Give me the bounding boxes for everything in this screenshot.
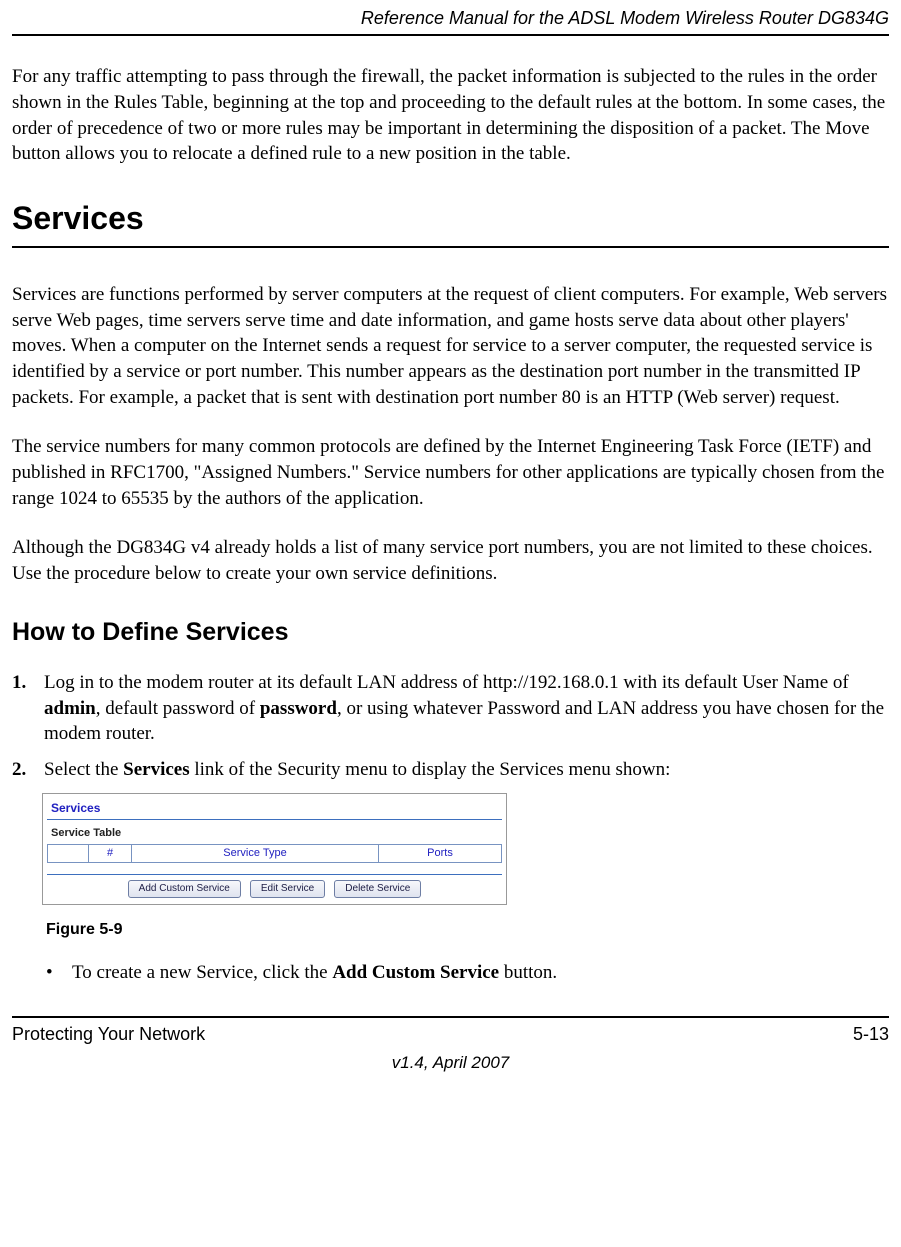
step-2-text-post: link of the Security menu to display the…	[190, 759, 671, 780]
intro-paragraph: For any traffic attempting to pass throu…	[12, 64, 889, 167]
heading-services: Services	[12, 197, 889, 248]
header-divider	[12, 34, 889, 36]
bullet-1-post: button.	[499, 962, 557, 983]
step-1-bold-2: password	[260, 698, 337, 719]
bullet-list: To create a new Service, click the Add C…	[42, 960, 889, 986]
figure-panel-title: Services	[47, 798, 502, 817]
running-header: Reference Manual for the ADSL Modem Wire…	[12, 6, 889, 30]
figure-button-row: Add Custom Service Edit Service Delete S…	[47, 880, 502, 900]
bullet-1: To create a new Service, click the Add C…	[42, 960, 889, 986]
bullet-1-bold: Add Custom Service	[332, 962, 499, 983]
footer-center: v1.4, April 2007	[12, 1052, 889, 1075]
figure-divider-2	[47, 874, 502, 875]
footer-divider	[12, 1016, 889, 1018]
footer-row: Protecting Your Network 5-13	[12, 1022, 889, 1046]
delete-service-button[interactable]: Delete Service	[334, 880, 421, 898]
footer-left: Protecting Your Network	[12, 1022, 205, 1046]
figure-services-panel: Services Service Table # Service Type Po…	[42, 793, 507, 905]
step-1-text-mid1: , default password of	[96, 698, 260, 719]
steps-list: Log in to the modem router at its defaul…	[12, 670, 889, 783]
table-empty-row	[47, 863, 502, 871]
th-ports: Ports	[379, 844, 502, 862]
footer-right: 5-13	[853, 1022, 889, 1046]
th-number: #	[89, 844, 132, 862]
figure-caption: Figure 5-9	[46, 919, 889, 941]
edit-service-button[interactable]: Edit Service	[250, 880, 325, 898]
step-2-text-pre: Select the	[44, 759, 123, 780]
bullet-1-pre: To create a new Service, click the	[72, 962, 332, 983]
service-table: # Service Type Ports	[47, 844, 502, 863]
step-1-bold-1: admin	[44, 698, 96, 719]
step-2-bold: Services	[123, 759, 189, 780]
services-para-2: The service numbers for many common prot…	[12, 434, 889, 511]
services-para-3: Although the DG834G v4 already holds a l…	[12, 535, 889, 586]
step-2: Select the Services link of the Security…	[12, 757, 889, 783]
th-service-type: Service Type	[132, 844, 379, 862]
step-1-text-pre: Log in to the modem router at its defaul…	[44, 672, 849, 693]
add-custom-service-button[interactable]: Add Custom Service	[128, 880, 241, 898]
figure-subtitle: Service Table	[47, 826, 502, 844]
services-para-1: Services are functions performed by serv…	[12, 282, 889, 410]
figure-divider-1	[47, 819, 502, 820]
step-1: Log in to the modem router at its defaul…	[12, 670, 889, 747]
th-checkbox	[48, 844, 89, 862]
heading-define-services: How to Define Services	[12, 616, 889, 650]
